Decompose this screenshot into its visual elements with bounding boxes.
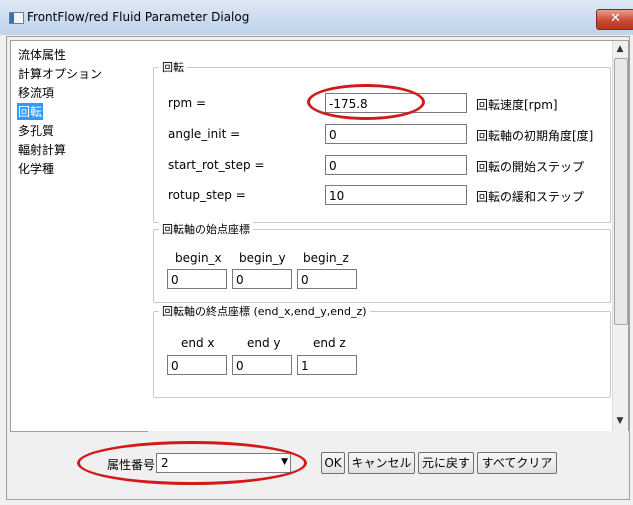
highlight-oval-rpm [307,84,425,120]
dialog-window: FrontFlow/red Fluid Parameter Dialog ✕ 流… [0,0,633,505]
highlight-oval-attr [77,441,307,485]
dialog-body: 流体属性 計算オプション 移流項 回転 多孔質 輻射計算 化学種 回転 rpm … [0,35,633,505]
scroll-thumb[interactable] [614,58,628,325]
parameter-content: 回転 rpm = -175.8 回転速度[rpm] angle_init = 0… [147,41,612,431]
scroll-up-icon[interactable]: ▲ [614,42,626,56]
begin-z-input[interactable]: 0 [297,269,357,289]
sidebar-item-calc-options[interactable]: 計算オプション [17,65,103,82]
scroll-down-icon[interactable]: ▼ [614,414,626,428]
revert-button[interactable]: 元に戻す [418,452,474,474]
end-x-header: end x [181,336,215,350]
rotup-step-label: rotup_step = [168,188,246,202]
rpm-label: rpm = [168,96,207,110]
clear-all-button[interactable]: すべてクリア [477,452,557,474]
angle-init-desc: 回転軸の初期角度[度] [476,129,594,143]
rotup-step-input[interactable]: 10 [325,185,467,205]
end-axis-group-label: 回転軸の終点座標 (end_x,end_y,end_z) [159,303,370,319]
ok-button[interactable]: OK [321,452,345,474]
end-y-input[interactable]: 0 [232,355,292,375]
start-rot-step-input[interactable]: 0 [325,155,467,175]
sidebar-item-radiation[interactable]: 輻射計算 [17,141,67,158]
sidebar-item-advection[interactable]: 移流項 [17,84,55,101]
sidebar-item-fluid-properties[interactable]: 流体属性 [17,46,67,63]
window-title: FrontFlow/red Fluid Parameter Dialog [27,10,250,24]
start-rot-step-desc: 回転の開始ステップ [476,160,585,174]
cancel-button[interactable]: キャンセル [348,452,415,474]
angle-init-input[interactable]: 0 [325,124,467,144]
rpm-desc: 回転速度[rpm] [476,98,558,112]
angle-init-label: angle_init = [168,127,241,141]
sidebar-item-species[interactable]: 化学種 [17,160,55,177]
begin-y-header: begin_y [239,251,286,265]
close-icon[interactable]: ✕ [596,9,633,30]
sidebar-item-porous[interactable]: 多孔質 [17,122,55,139]
begin-x-header: begin_x [175,251,222,265]
rotation-group-label: 回転 [159,59,187,75]
sidebar-item-rotation[interactable]: 回転 [17,103,44,120]
app-icon [9,12,24,24]
end-z-input[interactable]: 1 [297,355,357,375]
category-list: 流体属性 計算オプション 移流項 回転 多孔質 輻射計算 化学種 [10,40,148,432]
start-rot-step-label: start_rot_step = [168,158,265,172]
title-bar[interactable]: FrontFlow/red Fluid Parameter Dialog ✕ [0,0,633,36]
parameter-pane: 回転 rpm = -175.8 回転速度[rpm] angle_init = 0… [147,40,629,431]
end-y-header: end y [247,336,281,350]
begin-x-input[interactable]: 0 [167,269,227,289]
end-x-input[interactable]: 0 [167,355,227,375]
end-z-header: end z [313,336,346,350]
vertical-scrollbar[interactable]: ▲ ▼ [612,41,628,431]
begin-axis-group [153,229,611,303]
rotup-step-desc: 回転の緩和ステップ [476,190,585,204]
begin-axis-group-label: 回転軸の始点座標 [159,221,253,237]
begin-y-input[interactable]: 0 [232,269,292,289]
begin-z-header: begin_z [303,251,349,265]
